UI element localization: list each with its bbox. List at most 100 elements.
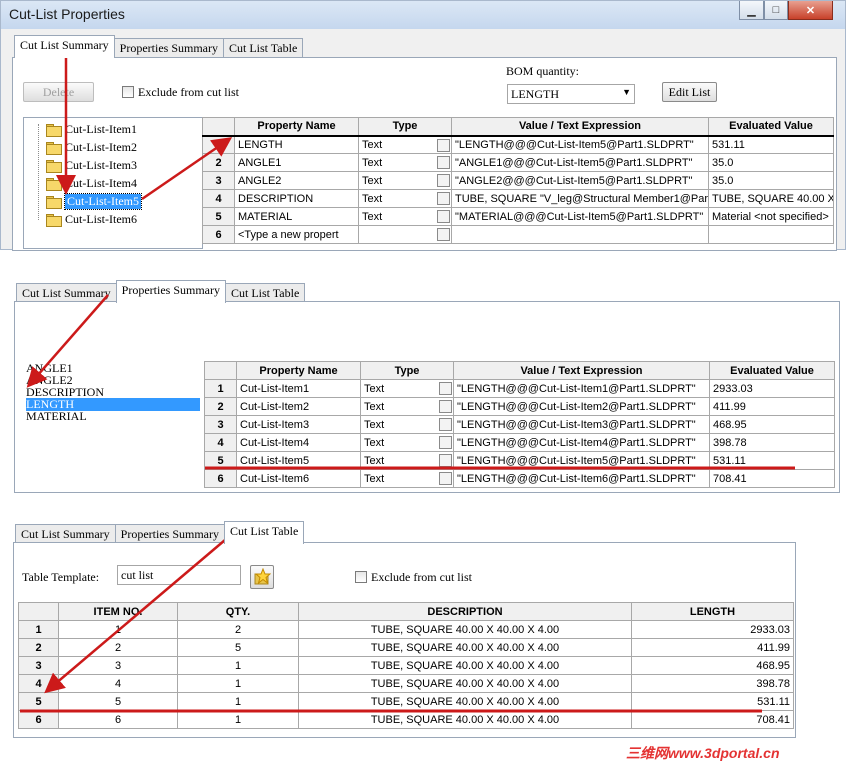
table-cell[interactable]: Cut-List-Item6 — [236, 469, 361, 488]
bom-quantity-dropdown[interactable]: LENGTH ▼ — [507, 84, 635, 104]
table-row[interactable]: 3 3 1 TUBE, SQUARE 40.00 X 40.00 X 4.00 468.… — [18, 656, 794, 675]
table-cell[interactable]: 411.99 — [631, 638, 794, 657]
star-folder-button[interactable] — [250, 565, 274, 589]
table-cell[interactable]: Cut-List-Item5 — [236, 451, 361, 470]
chevron-down-icon[interactable] — [437, 156, 450, 169]
table-cell[interactable]: "LENGTH@@@Cut-List-Item4@Part1.SLDPRT" — [453, 433, 710, 452]
table-cell[interactable]: TUBE, SQUARE 40.00 X — [708, 189, 834, 208]
table-row[interactable]: 4 DESCRIPTION Text TUBE, SQUARE "V_leg@Stru… — [202, 189, 834, 208]
tab-cut-list-table-2[interactable]: Cut List Table — [225, 283, 306, 303]
table-cell[interactable]: <Type a new propert — [234, 225, 359, 244]
table-cell[interactable]: 35.0 — [708, 171, 834, 190]
table-cell[interactable]: Text — [358, 189, 452, 208]
table-cell[interactable]: TUBE, SQUARE 40.00 X 40.00 X 4.00 — [298, 692, 632, 711]
exclude-checkbox-3[interactable] — [355, 571, 367, 583]
table-cell[interactable]: MATERIAL — [234, 207, 359, 226]
table-cell[interactable]: 1 — [177, 656, 299, 675]
maximize-button[interactable]: □ — [764, 1, 788, 20]
chevron-down-icon[interactable] — [439, 436, 452, 449]
table-cell[interactable]: 2 — [177, 620, 299, 639]
table-row[interactable]: 6 6 1 TUBE, SQUARE 40.00 X 40.00 X 4.00 708.… — [18, 710, 794, 729]
table-cell[interactable] — [708, 225, 834, 244]
table-cell[interactable]: TUBE, SQUARE 40.00 X 40.00 X 4.00 — [298, 620, 632, 639]
table-cell[interactable]: 6 — [58, 710, 178, 729]
table-cell[interactable]: DESCRIPTION — [234, 189, 359, 208]
table-row[interactable]: 3 Cut-List-Item3 Text "LENGTH@@@Cut-List-It… — [204, 415, 835, 434]
table-cell[interactable]: "LENGTH@@@Cut-List-Item5@Part1.SLDPRT" — [453, 451, 710, 470]
tab-properties-summary-2[interactable]: Properties Summary — [115, 280, 226, 303]
chevron-down-icon[interactable] — [437, 138, 450, 152]
table-cell[interactable]: 4 — [58, 674, 178, 693]
tab-properties-summary[interactable]: Properties Summary — [113, 38, 224, 58]
table-cell[interactable]: Text — [358, 207, 452, 226]
chevron-down-icon[interactable] — [437, 228, 450, 241]
table-cell[interactable]: 3 — [58, 656, 178, 675]
table-cell[interactable]: 708.41 — [709, 469, 835, 488]
table-cell[interactable]: Text — [360, 379, 454, 398]
table-row[interactable]: 1 1 2 TUBE, SQUARE 40.00 X 40.00 X 4.00 2933… — [18, 620, 794, 639]
tab-cut-list-summary-2[interactable]: Cut List Summary — [16, 283, 117, 303]
table-cell[interactable]: TUBE, SQUARE 40.00 X 40.00 X 4.00 — [298, 710, 632, 729]
minimize-button[interactable]: ▁ — [739, 1, 764, 20]
table-cell[interactable]: Text — [360, 469, 454, 488]
chevron-down-icon[interactable] — [439, 454, 452, 467]
tab-cut-list-table-3[interactable]: Cut List Table — [224, 521, 305, 544]
table-row[interactable]: 1 LENGTH Text "LENGTH@@@Cut-List-Item5@Part… — [202, 134, 834, 154]
tree-item[interactable]: Cut-List-Item6 — [46, 211, 137, 228]
table-row[interactable]: 3 ANGLE2 Text "ANGLE2@@@Cut-List-Item5@Part… — [202, 171, 834, 190]
table-cell[interactable]: 1 — [58, 620, 178, 639]
table-cell[interactable]: 1 — [177, 710, 299, 729]
table-cell[interactable]: Text — [358, 134, 452, 154]
tab-cut-list-summary-3[interactable]: Cut List Summary — [15, 524, 116, 544]
table-cell[interactable]: 2 — [58, 638, 178, 657]
table-cell[interactable]: 531.11 — [708, 134, 834, 154]
table-cell[interactable]: 468.95 — [709, 415, 835, 434]
tab-cut-list-table[interactable]: Cut List Table — [223, 38, 304, 58]
chevron-down-icon[interactable] — [439, 382, 452, 395]
table-cell[interactable]: TUBE, SQUARE "V_leg@Structural Member1@P… — [451, 189, 709, 208]
tab-cut-list-summary[interactable]: Cut List Summary — [14, 35, 115, 58]
delete-button[interactable]: Delete — [23, 82, 94, 102]
edit-list-button[interactable]: Edit List — [662, 82, 717, 102]
table-cell[interactable]: 1 — [177, 674, 299, 693]
table-cell[interactable]: ANGLE1 — [234, 153, 359, 172]
table-cell[interactable] — [358, 225, 452, 244]
chevron-down-icon[interactable] — [439, 418, 452, 431]
table-cell[interactable]: "LENGTH@@@Cut-List-Item1@Part1.SLDPRT" — [453, 379, 710, 398]
table-cell[interactable]: 2933.03 — [709, 379, 835, 398]
table-row[interactable]: 1 Cut-List-Item1 Text "LENGTH@@@Cut-List-It… — [204, 379, 835, 398]
table-cell[interactable]: TUBE, SQUARE 40.00 X 40.00 X 4.00 — [298, 656, 632, 675]
table-cell[interactable]: Cut-List-Item3 — [236, 415, 361, 434]
tree-item[interactable]: Cut-List-Item1 — [46, 121, 137, 138]
exclude-checkbox[interactable] — [122, 86, 134, 98]
tab-properties-summary-3[interactable]: Properties Summary — [114, 524, 225, 544]
table-cell[interactable]: Text — [360, 415, 454, 434]
tree-item[interactable]: Cut-List-Item4 — [46, 175, 137, 192]
tree-item[interactable]: Cut-List-Item5 — [46, 193, 142, 210]
table-row[interactable]: 6 Cut-List-Item6 Text "LENGTH@@@Cut-List-It… — [204, 469, 835, 488]
table-row[interactable]: 2 ANGLE1 Text "ANGLE1@@@Cut-List-Item5@Part… — [202, 153, 834, 172]
table-cell[interactable]: 531.11 — [631, 692, 794, 711]
table-cell[interactable]: Cut-List-Item2 — [236, 397, 361, 416]
table-row[interactable]: 2 Cut-List-Item2 Text "LENGTH@@@Cut-List-It… — [204, 397, 835, 416]
table-row[interactable]: 5 MATERIAL Text "MATERIAL@@@Cut-List-Item5@… — [202, 207, 834, 226]
table-cell[interactable]: ANGLE2 — [234, 171, 359, 190]
table-cell[interactable]: 398.78 — [709, 433, 835, 452]
table-cell[interactable]: Text — [358, 171, 452, 190]
table-cell[interactable]: Material <not specified> — [708, 207, 834, 226]
table-row[interactable]: 5 Cut-List-Item5 Text "LENGTH@@@Cut-List-It… — [204, 451, 835, 470]
table-cell[interactable]: TUBE, SQUARE 40.00 X 40.00 X 4.00 — [298, 674, 632, 693]
table-cell[interactable]: "LENGTH@@@Cut-List-Item2@Part1.SLDPRT" — [453, 397, 710, 416]
tree-item[interactable]: Cut-List-Item2 — [46, 139, 137, 156]
chevron-down-icon[interactable] — [439, 472, 452, 485]
table-row[interactable]: 4 Cut-List-Item4 Text "LENGTH@@@Cut-List-It… — [204, 433, 835, 452]
table-row[interactable]: 5 5 1 TUBE, SQUARE 40.00 X 40.00 X 4.00 531.… — [18, 692, 794, 711]
table-row[interactable]: 2 2 5 TUBE, SQUARE 40.00 X 40.00 X 4.00 411.… — [18, 638, 794, 657]
table-cell[interactable]: 398.78 — [631, 674, 794, 693]
table-cell[interactable]: Text — [360, 451, 454, 470]
table-cell[interactable]: 708.41 — [631, 710, 794, 729]
table-cell[interactable] — [451, 225, 709, 244]
table-cell[interactable]: "LENGTH@@@Cut-List-Item5@Part1.SLDPRT" — [451, 134, 709, 154]
table-cell[interactable]: 531.11 — [709, 451, 835, 470]
table-cell[interactable]: Text — [360, 433, 454, 452]
